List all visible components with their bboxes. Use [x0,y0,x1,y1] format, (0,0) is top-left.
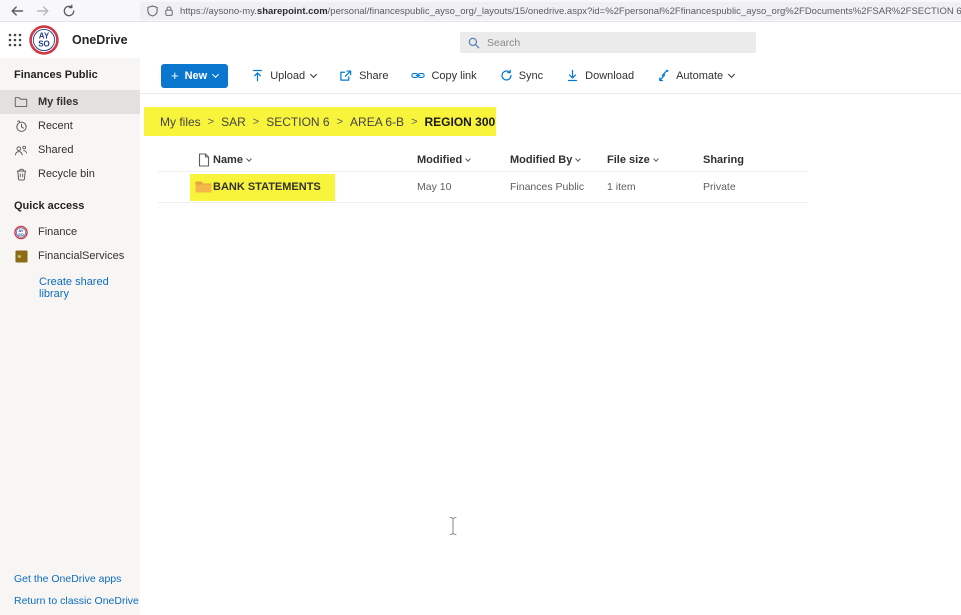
sidebar-item-label: FinancialServices [38,250,124,262]
new-button-label: New [185,70,208,82]
people-icon [14,144,28,157]
sidebar-item-recycle-bin[interactable]: Recycle bin [0,162,140,186]
sidebar-footer: Get the OneDrive apps Return to classic … [14,563,139,607]
browser-back-button[interactable] [10,4,24,18]
text-cursor [448,516,458,536]
get-onedrive-apps-link[interactable]: Get the OneDrive apps [14,573,139,585]
download-label: Download [585,70,634,82]
column-header-sharing[interactable]: Sharing [703,154,744,166]
sort-chevron-icon [246,156,252,162]
upload-button[interactable]: Upload [251,69,316,82]
lock-icon[interactable] [164,5,174,17]
download-icon [566,69,579,82]
download-button[interactable]: Download [566,69,634,82]
plus-icon: + [171,69,179,82]
search-box[interactable] [460,32,756,53]
sort-chevron-icon [576,156,582,162]
sidebar-item-label: Shared [38,144,73,156]
command-bar: + New Upload Share Copy link [140,58,961,94]
breadcrumb-region-300: REGION 300 [425,115,496,129]
app-launcher-icon[interactable] [8,33,22,47]
file-modified: May 10 [417,181,451,193]
breadcrumb-separator: > [411,116,417,128]
file-sharing-status: Private [703,181,736,193]
breadcrumb-section-6[interactable]: SECTION 6 [266,115,329,129]
folder-icon [14,96,28,108]
tracking-shield-icon[interactable] [147,5,158,17]
search-icon [468,37,480,49]
share-button[interactable]: Share [339,69,388,82]
file-list: Name Modified Modified By File size Shar… [158,148,808,203]
file-modified-by: Finances Public [510,181,584,193]
library-tile-icon [14,250,28,263]
ayso-logo-icon: AY SO [29,25,59,55]
table-row-bank-statements[interactable]: BANK STATEMENTS May 10 Finances Public 1… [158,172,808,203]
browser-forward-button[interactable] [36,4,50,18]
sidebar-item-label: My files [38,96,78,108]
recycle-bin-icon [14,168,28,181]
onedrive-header: AY SO OneDrive [0,22,961,58]
sidebar-item-finance[interactable]: AYSO Finance [0,220,140,244]
automate-label: Automate [676,70,723,82]
clock-icon [14,120,28,133]
chevron-down-icon [212,70,219,77]
column-header-modified-by[interactable]: Modified By [510,154,580,166]
new-button[interactable]: + New [161,64,228,88]
sidebar-item-my-files[interactable]: My files [0,90,140,114]
share-icon [339,69,353,82]
url-text: https://aysono-my.sharepoint.com/persona… [180,6,961,17]
copy-link-label: Copy link [431,70,476,82]
chevron-down-icon [728,70,735,77]
browser-refresh-button[interactable] [62,4,76,18]
breadcrumb-separator: > [337,116,343,128]
file-list-header: Name Modified Modified By File size Shar… [158,148,808,172]
share-label: Share [359,70,388,82]
sidebar-site-title: Finances Public [0,58,140,90]
breadcrumb-area-6-b[interactable]: AREA 6-B [350,115,404,129]
document-type-icon [198,153,210,167]
brand-title: OneDrive [72,33,128,47]
main-content: + New Upload Share Copy link [140,58,961,615]
copy-link-button[interactable]: Copy link [411,69,476,82]
upload-label: Upload [270,70,305,82]
return-classic-onedrive-link[interactable]: Return to classic OneDrive [14,595,139,607]
sidebar: Finances Public My files Recent Shared R… [0,58,140,615]
column-header-name[interactable]: Name [213,154,251,166]
chevron-down-icon [310,70,317,77]
sidebar-item-recent[interactable]: Recent [0,114,140,138]
automate-button[interactable]: Automate [657,69,734,82]
breadcrumb-my-files[interactable]: My files [160,115,201,129]
column-header-file-size[interactable]: File size [607,154,658,166]
create-shared-library-link[interactable]: Create shared library [0,268,140,300]
file-name[interactable]: BANK STATEMENTS [213,181,321,193]
file-size: 1 item [607,181,636,193]
breadcrumb: My files > SAR > SECTION 6 > AREA 6-B > … [144,107,496,136]
sidebar-item-shared[interactable]: Shared [0,138,140,162]
breadcrumb-separator: > [253,116,259,128]
browser-address-bar[interactable]: https://aysono-my.sharepoint.com/persona… [140,2,961,20]
ayso-logo-icon: AYSO [14,225,28,240]
sidebar-item-label: Recycle bin [38,168,95,180]
automate-icon [657,69,670,82]
breadcrumb-separator: > [208,116,214,128]
link-icon [411,69,425,82]
upload-icon [251,69,264,82]
sync-icon [500,69,513,82]
quick-access-heading: Quick access [0,186,140,220]
sync-label: Sync [519,70,543,82]
search-input[interactable] [487,37,748,49]
svg-text:SO: SO [38,40,50,49]
column-header-modified[interactable]: Modified [417,154,470,166]
breadcrumb-sar[interactable]: SAR [221,115,246,129]
browser-chrome: https://aysono-my.sharepoint.com/persona… [0,0,961,22]
svg-text:SO: SO [18,231,24,236]
sidebar-item-label: Recent [38,120,73,132]
sidebar-item-label: Finance [38,226,77,238]
sync-button[interactable]: Sync [500,69,543,82]
sort-chevron-icon [465,156,471,162]
sort-chevron-icon [653,156,659,162]
sidebar-item-financialservices[interactable]: FinancialServices [0,244,140,268]
folder-icon [195,180,212,194]
